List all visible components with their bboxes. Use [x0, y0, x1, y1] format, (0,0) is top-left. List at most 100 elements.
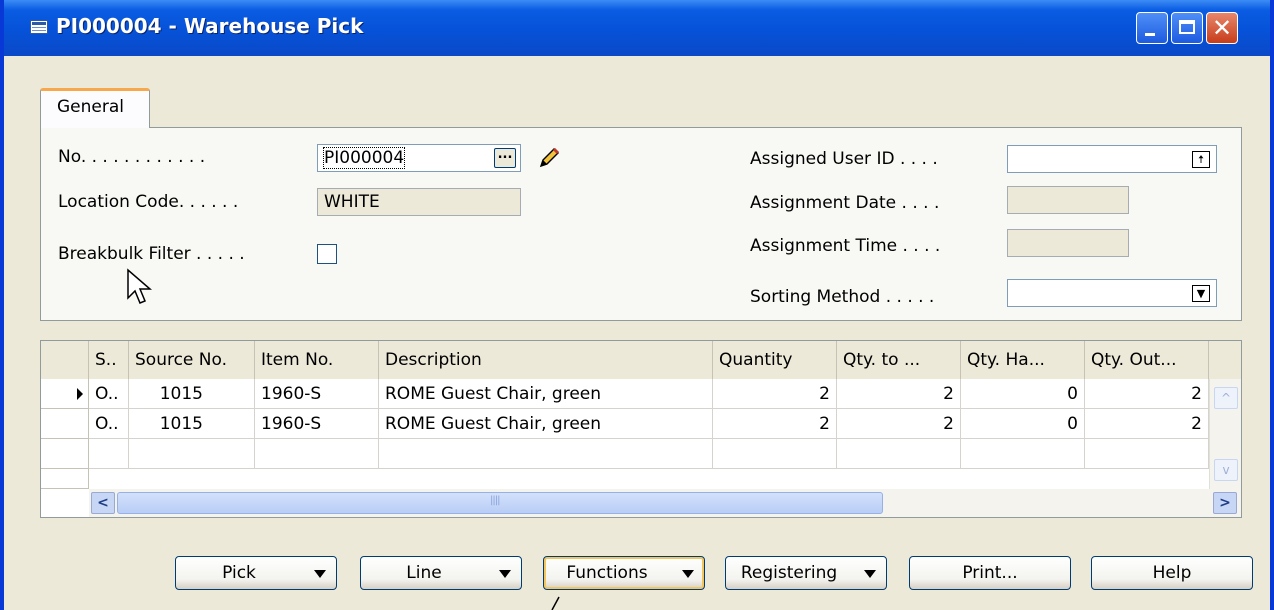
- horizontal-scrollbar[interactable]: < >: [89, 489, 1241, 517]
- cell-quantity[interactable]: 2: [713, 409, 837, 439]
- cell-description[interactable]: ROME Guest Chair, green: [379, 409, 713, 439]
- assist-edit-button[interactable]: ...: [494, 148, 516, 168]
- column-header-qty-outstanding[interactable]: Qty. Out...: [1085, 341, 1209, 379]
- table-header: S.. Source No. Item No. Description Quan…: [41, 341, 1241, 380]
- cell-item-no[interactable]: 1960-S: [255, 409, 379, 439]
- registering-menu-button[interactable]: Registering: [725, 556, 887, 590]
- breakbulk-filter-checkbox[interactable]: [317, 244, 337, 264]
- pick-menu-button[interactable]: Pick: [175, 556, 337, 590]
- column-header-description[interactable]: Description: [379, 341, 713, 379]
- close-button[interactable]: ✕: [1206, 12, 1238, 44]
- cell-source-no[interactable]: 1015: [129, 379, 209, 409]
- cell-spacer: [209, 409, 255, 439]
- table-row[interactable]: O.. 1015 1960-S ROME Guest Chair, green …: [41, 409, 1241, 439]
- cell-source-no[interactable]: 1015: [129, 409, 209, 439]
- cell-empty[interactable]: [379, 439, 713, 469]
- lookup-arrow-icon[interactable]: 🠅: [1192, 151, 1210, 168]
- close-icon: ✕: [1211, 14, 1233, 42]
- cell-item-no[interactable]: 1960-S: [255, 379, 379, 409]
- line-menu-button[interactable]: Line: [360, 556, 522, 590]
- cell-empty[interactable]: [89, 439, 129, 469]
- assignment-date-label: Assignment Date . . . .: [750, 193, 940, 213]
- sorting-method-label: Sorting Method . . . . .: [750, 287, 935, 307]
- cell-empty[interactable]: [961, 439, 1085, 469]
- cell-s[interactable]: O..: [89, 409, 129, 439]
- row-selector: [41, 469, 89, 489]
- scroll-up-icon[interactable]: ^: [1214, 387, 1238, 409]
- scroll-right-icon[interactable]: >: [1213, 492, 1237, 514]
- cell-empty[interactable]: [1085, 439, 1209, 469]
- annotation-line: [551, 596, 560, 610]
- dropdown-arrow-icon: [682, 570, 694, 578]
- column-header-s[interactable]: S..: [89, 341, 129, 379]
- registering-button-label: Registering: [740, 563, 838, 583]
- title-bar[interactable]: PI000004 - Warehouse Pick ✕: [4, 0, 1270, 56]
- dropdown-arrow-icon: [499, 570, 511, 578]
- cell-qty-outstanding[interactable]: 2: [1085, 379, 1209, 409]
- row-selector[interactable]: [41, 439, 89, 469]
- dropdown-arrow-icon[interactable]: ▼: [1192, 285, 1210, 302]
- table-row-empty[interactable]: [41, 439, 1241, 469]
- current-row-icon: [77, 388, 83, 400]
- cell-qty-to[interactable]: 2: [837, 409, 961, 439]
- vertical-scrollbar[interactable]: ^ v: [1209, 379, 1241, 489]
- column-header-source-no[interactable]: Source No.: [129, 341, 255, 379]
- no-value: PI000004: [322, 147, 406, 169]
- dropdown-arrow-icon: [314, 570, 326, 578]
- column-header-qty-to[interactable]: Qty. to ...: [837, 341, 961, 379]
- functions-button-label: Functions: [566, 563, 648, 583]
- cell-qty-outstanding[interactable]: 2: [1085, 409, 1209, 439]
- column-header-qty-handled[interactable]: Qty. Ha...: [961, 341, 1085, 379]
- table-row[interactable]: O.. 1015 1960-S ROME Guest Chair, green …: [41, 379, 1241, 409]
- assignment-date-field: [1007, 186, 1129, 214]
- breakbulk-filter-label: Breakbulk Filter . . . . .: [58, 244, 245, 264]
- row-selector[interactable]: [41, 379, 89, 409]
- maximize-button[interactable]: [1171, 12, 1203, 44]
- line-button-label: Line: [406, 563, 442, 583]
- form-icon: [30, 20, 48, 34]
- sorting-method-select[interactable]: ▼: [1007, 279, 1217, 307]
- cell-empty[interactable]: [837, 439, 961, 469]
- print-button[interactable]: Print...: [909, 556, 1071, 590]
- location-code-value: WHITE: [324, 192, 380, 212]
- row-selector[interactable]: [41, 409, 89, 439]
- assignment-time-label: Assignment Time . . . .: [750, 236, 941, 256]
- cell-qty-handled[interactable]: 0: [961, 379, 1085, 409]
- pick-lines-table: S.. Source No. Item No. Description Quan…: [40, 340, 1242, 518]
- tab-general[interactable]: General: [40, 88, 150, 128]
- window-title: PI000004 - Warehouse Pick: [56, 14, 364, 38]
- location-code-label: Location Code. . . . . .: [58, 192, 239, 212]
- pick-button-label: Pick: [222, 563, 256, 583]
- cell-empty[interactable]: [255, 439, 379, 469]
- help-button-label: Help: [1152, 563, 1192, 583]
- assigned-user-id-field[interactable]: 🠅: [1007, 145, 1217, 173]
- help-button[interactable]: Help: [1091, 556, 1253, 590]
- no-field[interactable]: PI000004 ...: [317, 144, 521, 172]
- cell-qty-handled[interactable]: 0: [961, 409, 1085, 439]
- scroll-thumb[interactable]: [117, 492, 883, 514]
- mouse-pointer-icon: [127, 268, 152, 304]
- scroll-left-icon[interactable]: <: [91, 492, 115, 514]
- scroll-down-icon[interactable]: v: [1214, 459, 1238, 481]
- functions-menu-button[interactable]: Functions: [543, 556, 705, 590]
- no-label: No. . . . . . . . . . . .: [58, 147, 206, 167]
- column-header-item-no[interactable]: Item No.: [255, 341, 379, 379]
- assignment-time-field: [1007, 229, 1129, 257]
- cell-qty-to[interactable]: 2: [837, 379, 961, 409]
- edit-pencil-icon[interactable]: [536, 145, 562, 171]
- column-header-selector: [41, 341, 89, 379]
- cell-description[interactable]: ROME Guest Chair, green: [379, 379, 713, 409]
- warehouse-pick-window: PI000004 - Warehouse Pick ✕ General No. …: [0, 0, 1274, 610]
- location-code-field: WHITE: [317, 188, 521, 216]
- cell-spacer: [209, 379, 255, 409]
- cell-s[interactable]: O..: [89, 379, 129, 409]
- minimize-button[interactable]: [1136, 12, 1168, 44]
- dropdown-arrow-icon: [864, 570, 876, 578]
- assigned-user-id-label: Assigned User ID . . . .: [750, 149, 938, 169]
- cell-empty[interactable]: [129, 439, 255, 469]
- tab-general-label: General: [57, 97, 124, 117]
- print-button-label: Print...: [962, 563, 1018, 583]
- cell-quantity[interactable]: 2: [713, 379, 837, 409]
- column-header-quantity[interactable]: Quantity: [713, 341, 837, 379]
- cell-empty[interactable]: [713, 439, 837, 469]
